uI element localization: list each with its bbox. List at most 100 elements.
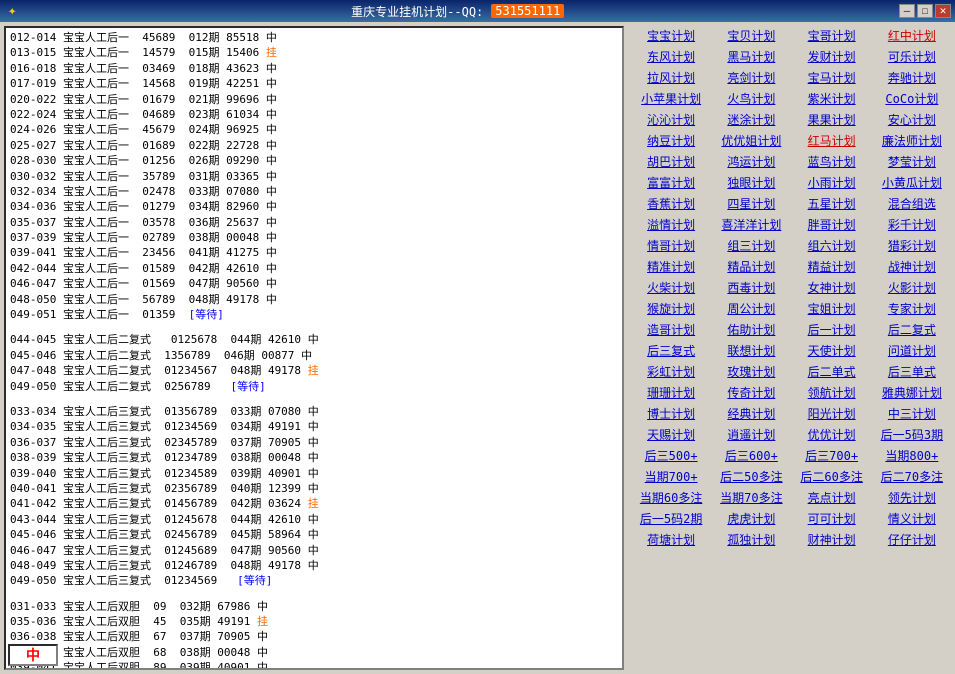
plan-link[interactable]: 猎彩计划 [873, 236, 951, 255]
qq-number[interactable]: 531551111 [491, 4, 564, 18]
plan-link[interactable]: 东风计划 [632, 47, 710, 66]
plan-link[interactable]: CoCo计划 [873, 89, 951, 108]
plan-link[interactable]: 宝哥计划 [793, 26, 871, 45]
plan-link[interactable]: 博士计划 [632, 404, 710, 423]
plan-link[interactable]: 胖哥计划 [793, 215, 871, 234]
plan-link[interactable]: 当期60多注 [632, 488, 710, 507]
plan-link[interactable]: 宝马计划 [793, 68, 871, 87]
minimize-button[interactable]: ─ [899, 4, 915, 18]
plan-link[interactable]: 联想计划 [712, 341, 790, 360]
plan-link[interactable]: 梦莹计划 [873, 152, 951, 171]
plan-link[interactable]: 后三复式 [632, 341, 710, 360]
plan-text-area[interactable]: 012-014 宝宝人工后一 45689 012期 85518 中013-015… [6, 28, 622, 668]
plan-link[interactable]: 彩千计划 [873, 215, 951, 234]
plan-link[interactable]: 发财计划 [793, 47, 871, 66]
plan-link[interactable]: 后一5码3期 [873, 425, 951, 444]
plan-link[interactable]: 玫瑰计划 [712, 362, 790, 381]
plan-link[interactable]: 果果计划 [793, 110, 871, 129]
plan-link[interactable]: 廉法师计划 [873, 131, 951, 150]
plan-link[interactable]: 后一计划 [793, 320, 871, 339]
plan-link[interactable]: 中三计划 [873, 404, 951, 423]
plan-link[interactable]: 火鸟计划 [712, 89, 790, 108]
plan-link[interactable]: 问道计划 [873, 341, 951, 360]
plan-link[interactable]: 财神计划 [793, 530, 871, 549]
plan-link[interactable]: 后二60多注 [793, 467, 871, 486]
plan-link[interactable]: 香蕉计划 [632, 194, 710, 213]
plan-link[interactable]: 纳豆计划 [632, 131, 710, 150]
plan-link[interactable]: 精益计划 [793, 257, 871, 276]
plan-link[interactable]: 独眼计划 [712, 173, 790, 192]
plan-link[interactable]: 黑马计划 [712, 47, 790, 66]
plan-link[interactable]: 火影计划 [873, 278, 951, 297]
plan-link[interactable]: 安心计划 [873, 110, 951, 129]
plan-link[interactable]: 四星计划 [712, 194, 790, 213]
plan-link[interactable]: 天使计划 [793, 341, 871, 360]
plan-link[interactable]: 迷涂计划 [712, 110, 790, 129]
plan-link[interactable]: 仔仔计划 [873, 530, 951, 549]
plan-link[interactable]: 雅典娜计划 [873, 383, 951, 402]
plan-link[interactable]: 喜洋洋计划 [712, 215, 790, 234]
plan-link[interactable]: 情义计划 [873, 509, 951, 528]
plan-link[interactable]: 逍遥计划 [712, 425, 790, 444]
plan-link[interactable]: 情哥计划 [632, 236, 710, 255]
plan-link[interactable]: 优优计划 [793, 425, 871, 444]
plan-link[interactable]: 宝姐计划 [793, 299, 871, 318]
plan-link[interactable]: 红马计划 [793, 131, 871, 150]
plan-link[interactable]: 宝宝计划 [632, 26, 710, 45]
plan-link[interactable]: 火柴计划 [632, 278, 710, 297]
plan-link[interactable]: 可乐计划 [873, 47, 951, 66]
plan-link[interactable]: 后三单式 [873, 362, 951, 381]
plan-link[interactable]: 珊珊计划 [632, 383, 710, 402]
plan-link[interactable]: 组三计划 [712, 236, 790, 255]
plan-link[interactable]: 孤独计划 [712, 530, 790, 549]
plan-link[interactable]: 后三500+ [632, 446, 710, 465]
plan-link[interactable]: 红中计划 [873, 26, 951, 45]
plan-link[interactable]: 天赐计划 [632, 425, 710, 444]
plan-link[interactable]: 小雨计划 [793, 173, 871, 192]
plan-link[interactable]: 拉风计划 [632, 68, 710, 87]
plan-link[interactable]: 领先计划 [873, 488, 951, 507]
plan-link[interactable]: 造哥计划 [632, 320, 710, 339]
plan-link[interactable]: 领航计划 [793, 383, 871, 402]
plan-link[interactable]: 佑助计划 [712, 320, 790, 339]
plan-link[interactable]: 亮点计划 [793, 488, 871, 507]
plan-link[interactable]: 紫米计划 [793, 89, 871, 108]
maximize-button[interactable]: □ [917, 4, 933, 18]
plan-link[interactable]: 鸿运计划 [712, 152, 790, 171]
plan-link[interactable]: 精品计划 [712, 257, 790, 276]
close-button[interactable]: ✕ [935, 4, 951, 18]
plan-link[interactable]: 当期70多注 [712, 488, 790, 507]
plan-link[interactable]: 小黄瓜计划 [873, 173, 951, 192]
plan-link[interactable]: 虎虎计划 [712, 509, 790, 528]
plan-link[interactable]: 女神计划 [793, 278, 871, 297]
plan-link[interactable]: 经典计划 [712, 404, 790, 423]
plan-link[interactable]: 蓝鸟计划 [793, 152, 871, 171]
plan-link[interactable]: 精准计划 [632, 257, 710, 276]
plan-link[interactable]: 传奇计划 [712, 383, 790, 402]
plan-link[interactable]: 后二复式 [873, 320, 951, 339]
plan-link[interactable]: 荷塘计划 [632, 530, 710, 549]
plan-link[interactable]: 当期800+ [873, 446, 951, 465]
plan-link[interactable]: 后三700+ [793, 446, 871, 465]
plan-link[interactable]: 五星计划 [793, 194, 871, 213]
plan-link[interactable]: 宝贝计划 [712, 26, 790, 45]
plan-link[interactable]: 后二70多注 [873, 467, 951, 486]
plan-link[interactable]: 后二单式 [793, 362, 871, 381]
plan-link[interactable]: 沁沁计划 [632, 110, 710, 129]
plan-link[interactable]: 优优姐计划 [712, 131, 790, 150]
plan-link[interactable]: 富富计划 [632, 173, 710, 192]
plan-link[interactable]: 当期700+ [632, 467, 710, 486]
plan-link[interactable]: 周公计划 [712, 299, 790, 318]
plan-link[interactable]: 猴旋计划 [632, 299, 710, 318]
plan-link[interactable]: 溢情计划 [632, 215, 710, 234]
plan-link[interactable]: 组六计划 [793, 236, 871, 255]
plan-link[interactable]: 战神计划 [873, 257, 951, 276]
plan-link[interactable]: 胡巴计划 [632, 152, 710, 171]
plan-link[interactable]: 西毒计划 [712, 278, 790, 297]
plan-link[interactable]: 阳光计划 [793, 404, 871, 423]
plan-link[interactable]: 后一5码2期 [632, 509, 710, 528]
plan-link[interactable]: 后二50多注 [712, 467, 790, 486]
plan-link[interactable]: 可可计划 [793, 509, 871, 528]
plan-link[interactable]: 小苹果计划 [632, 89, 710, 108]
plan-link[interactable]: 混合组选 [873, 194, 951, 213]
